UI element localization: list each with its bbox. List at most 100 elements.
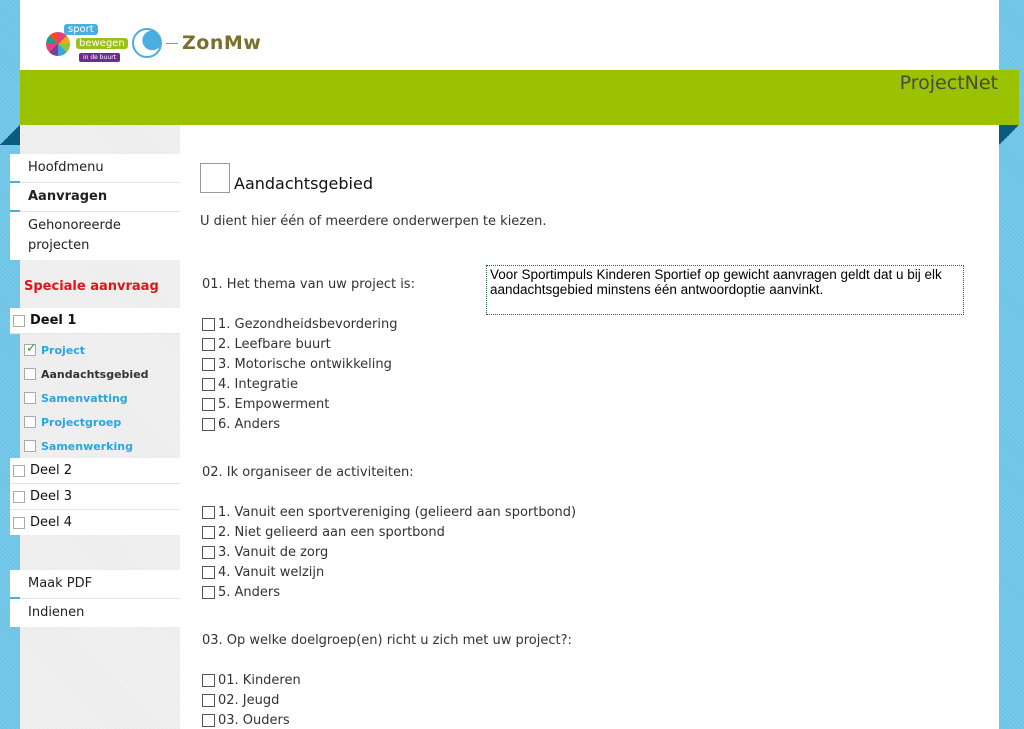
checkmark-icon: ✓ [26,341,37,356]
submit-link[interactable]: Indienen [10,599,180,627]
subnav-label: Samenwerking [41,439,133,453]
question-2: 02. Ik organiseer de activiteiten: 1. Va… [202,465,576,602]
nav-item-deel-1[interactable]: Deel 1 [10,308,180,334]
logos: sport bewegen in de buurt ZonMw [46,22,261,64]
checkbox-icon[interactable] [202,397,215,411]
deel-label: Deel 2 [30,463,73,478]
nav-item-gehonoreerde-projecten[interactable]: Gehonoreerde projecten [10,212,121,260]
zonmw-logo: ZonMw [132,28,261,58]
checkbox-icon [24,368,36,380]
sidebar: Hoofdmenu Aanvragen Gehonoreerde project… [10,125,180,729]
nav-item-deel-2[interactable]: Deel 2 [10,458,180,484]
checkbox-icon [13,314,25,327]
checkbox-icon[interactable] [202,525,215,539]
subnav-item-samenwerking[interactable]: Samenwerking [20,434,180,458]
checkbox-icon [13,516,25,529]
question-label: 02. Ik organiseer de activiteiten: [202,465,414,480]
subnav-item-aandachtsgebied[interactable]: Aandachtsgebied [20,362,180,386]
checkbox-icon[interactable] [202,585,215,599]
deel-1-group: Deel 1 [10,308,180,334]
status-checkbox-icon [200,163,230,193]
nav-item-aanvragen[interactable]: Aanvragen [10,183,180,212]
other-delen-group: Deel 2 Deel 3 Deel 4 [10,458,180,535]
option-checkbox[interactable]: 6. Anders [202,414,415,434]
option-label: 4. Integratie [218,376,298,392]
make-pdf-link[interactable]: Maak PDF [10,570,180,599]
checkbox-icon[interactable] [202,713,215,727]
nav-item-hoofdmenu[interactable]: Hoofdmenu [10,154,180,183]
subnav-label: Project [41,343,86,357]
checkbox-icon[interactable] [202,357,215,371]
option-checkbox[interactable]: 4. Integratie [202,374,415,394]
checkbox-icon[interactable] [202,545,215,559]
option-label: 03. Ouders [218,712,290,728]
deel-label: Deel 3 [30,489,73,504]
main-nav: Hoofdmenu Aanvragen Gehonoreerde project… [10,154,180,260]
sport-bewegen-logo: sport bewegen in de buurt [46,22,128,64]
checkbox-icon[interactable] [202,673,215,687]
option-label: 02. Jeugd [218,692,280,708]
option-label: 1. Gezondheidsbevordering [218,316,398,332]
option-checkbox[interactable]: 2. Niet gelieerd aan een sportbond [202,522,576,542]
option-checkbox[interactable]: 02. Jeugd [202,690,572,710]
nav-item-deel-4[interactable]: Deel 4 [10,510,180,535]
option-label: 4. Vanuit welzijn [218,564,325,580]
logo-sport-text: sport [64,24,98,35]
option-checkbox[interactable]: 01. Kinderen [202,670,572,690]
option-checkbox[interactable]: 3. Motorische ontwikkeling [202,354,415,374]
checkbox-icon[interactable] [202,337,215,351]
subnav-item-project[interactable]: ✓ Project [20,338,180,362]
option-checkbox[interactable]: 03. Ouders [202,710,572,729]
logo-buurt-text: in de buurt [79,53,121,62]
subnav-item-samenvatting[interactable]: Samenvatting [20,386,180,410]
option-checkbox[interactable]: 5. Anders [202,582,576,602]
checked-checkbox-icon: ✓ [24,341,37,356]
page-fold-right [999,125,1019,145]
option-label: 6. Anders [218,416,281,432]
deel-label: Deel 1 [30,313,77,328]
actions-group: Maak PDF Indienen [10,570,180,627]
deel-1-subitems: ✓ Project Aandachtsgebied Samenvatting P… [20,338,180,458]
checkbox-icon[interactable] [202,317,215,331]
intro-text: U dient hier één of meerdere onderwerpen… [200,214,547,229]
option-label: 2. Niet gelieerd aan een sportbond [218,524,445,540]
option-label: 1. Vanuit een sportvereniging (gelieerd … [218,504,577,520]
subnav-label: Samenvatting [41,391,128,405]
logo-divider [166,42,178,44]
page: sport bewegen in de buurt ZonMw ProjectN… [10,0,1019,729]
subnav-label: Projectgroep [41,415,122,429]
question-3: 03. Op welke doelgroep(en) richt u zich … [202,633,572,729]
option-checkbox[interactable]: 2. Leefbare buurt [202,334,415,354]
option-checkbox[interactable]: 5. Empowerment [202,394,415,414]
notice-box: Voor Sportimpuls Kinderen Sportief op ge… [486,265,964,315]
option-label: 2. Leefbare buurt [218,336,331,352]
header-bar: ProjectNet [20,70,1019,125]
checkbox-icon [13,490,25,503]
nav-item-deel-3[interactable]: Deel 3 [10,484,180,510]
logo-bewegen-text: bewegen [76,38,128,49]
checkbox-icon[interactable] [202,693,215,707]
page-title-row: Aandachtsgebied [200,163,373,193]
zonmw-logo-text: ZonMw [182,32,262,54]
subnav-label: Aandachtsgebied [41,367,149,381]
subnav-item-projectgroep[interactable]: Projectgroep [20,410,180,434]
special-request-heading: Speciale aanvraag [24,279,159,294]
option-checkbox[interactable]: 1. Vanuit een sportvereniging (gelieerd … [202,502,576,522]
checkbox-icon[interactable] [202,417,215,431]
question-1: 01. Het thema van uw project is: 1. Gezo… [202,277,415,434]
checkbox-icon[interactable] [202,565,215,579]
option-checkbox[interactable]: 3. Vanuit de zorg [202,542,576,562]
question-label: 03. Op welke doelgroep(en) richt u zich … [202,633,572,648]
checkbox-icon[interactable] [202,505,215,519]
page-title: Aandachtsgebied [234,174,373,193]
checkbox-icon[interactable] [202,377,215,391]
option-checkbox[interactable]: 1. Gezondheidsbevordering [202,314,415,334]
page-fold-left [0,125,20,145]
brand-title: ProjectNet [899,72,998,94]
question-label: 01. Het thema van uw project is: [202,277,415,292]
flower-icon [46,32,70,56]
option-checkbox[interactable]: 4. Vanuit welzijn [202,562,576,582]
checkbox-icon [24,440,36,452]
globe-icon [132,28,162,58]
checkbox-icon [24,416,36,428]
